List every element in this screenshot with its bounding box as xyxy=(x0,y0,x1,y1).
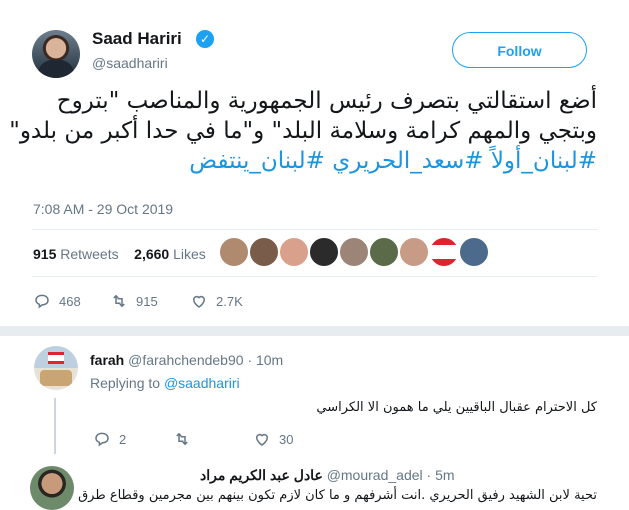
reply-author-name[interactable]: farah xyxy=(90,352,124,368)
reply-header: عادل عبد الكريم مراد @mourad_adel · 5m xyxy=(200,467,455,484)
replying-to-link[interactable]: @saadhariri xyxy=(164,375,240,391)
tweet-text: أضع استقالتي بتصرف رئيس الجمهورية والمنا… xyxy=(9,86,597,176)
divider xyxy=(32,229,597,230)
like-button[interactable]: 2.7K xyxy=(190,292,243,310)
retweet-button[interactable]: 915 xyxy=(110,292,158,310)
tweet-timestamp[interactable]: 7:08 AM - 29 Oct 2019 xyxy=(33,201,173,217)
hashtags[interactable]: #لبنان_أولاً #سعد_الحريري #لبنان_ينتفض xyxy=(189,148,597,174)
reply-avatar[interactable] xyxy=(30,466,74,510)
retweet-button[interactable] xyxy=(173,430,199,448)
author-avatar[interactable] xyxy=(32,30,80,78)
retweet-icon xyxy=(113,294,125,308)
reply-icon xyxy=(35,294,49,309)
liker-avatar[interactable] xyxy=(278,236,310,268)
retweet-icon xyxy=(176,432,188,446)
mosque-icon xyxy=(40,370,72,386)
reply-time[interactable]: · 5m xyxy=(427,467,455,483)
heart-icon xyxy=(192,295,206,308)
thread-line xyxy=(54,398,56,454)
lebanon-flag-avatar[interactable] xyxy=(428,236,460,268)
reply-author-handle[interactable]: @mourad_adel xyxy=(327,467,423,483)
author-handle[interactable]: @saadhariri xyxy=(92,55,168,71)
author-name[interactable]: Saad Hariri xyxy=(92,29,182,49)
like-button[interactable]: 30 xyxy=(253,430,293,448)
liker-avatar[interactable] xyxy=(218,236,250,268)
tweet-text-line-2: وبتجي والمهم كرامة وسلامة البلد" و"ما في… xyxy=(9,118,597,144)
likes-stat[interactable]: 2,660 Likes xyxy=(134,246,206,262)
reply-time[interactable]: · 10m xyxy=(247,352,283,368)
section-separator xyxy=(0,326,629,336)
heart-icon xyxy=(255,433,269,446)
reply-button[interactable]: 2 xyxy=(93,430,126,448)
reply-icon xyxy=(95,432,109,447)
liker-avatar[interactable] xyxy=(398,236,430,268)
verified-badge-icon: ✓ xyxy=(196,30,214,48)
liker-avatar[interactable] xyxy=(308,236,340,268)
reply-author-name[interactable]: عادل عبد الكريم مراد xyxy=(200,467,323,483)
liker-avatar[interactable] xyxy=(248,236,280,268)
divider xyxy=(32,276,597,277)
retweets-stat[interactable]: 915 Retweets xyxy=(33,246,119,262)
tweet-text-line-1: أضع استقالتي بتصرف رئيس الجمهورية والمنا… xyxy=(56,88,597,114)
reply-author-handle[interactable]: @farahchendeb90 xyxy=(128,352,243,368)
reply-avatar[interactable] xyxy=(34,346,78,390)
reply-button[interactable]: 468 xyxy=(33,292,81,310)
lebanon-flag-icon xyxy=(48,352,64,364)
reply-text: كل الاحترام عقبال الباقيين يلي ما همون ا… xyxy=(316,400,597,415)
follow-button[interactable]: Follow xyxy=(452,32,587,68)
liker-avatar[interactable] xyxy=(338,236,370,268)
tweet-stats: 915 Retweets 2,660 Likes xyxy=(33,246,206,262)
liker-avatar[interactable] xyxy=(458,236,490,268)
liker-avatar[interactable] xyxy=(368,236,400,268)
reply-header: farah @farahchendeb90 · 10m xyxy=(90,352,283,368)
reply-text: تحية لابن الشهيد رفيق الحريري .انت أشرفه… xyxy=(78,488,597,503)
replying-to: Replying to @saadhariri xyxy=(90,375,240,391)
